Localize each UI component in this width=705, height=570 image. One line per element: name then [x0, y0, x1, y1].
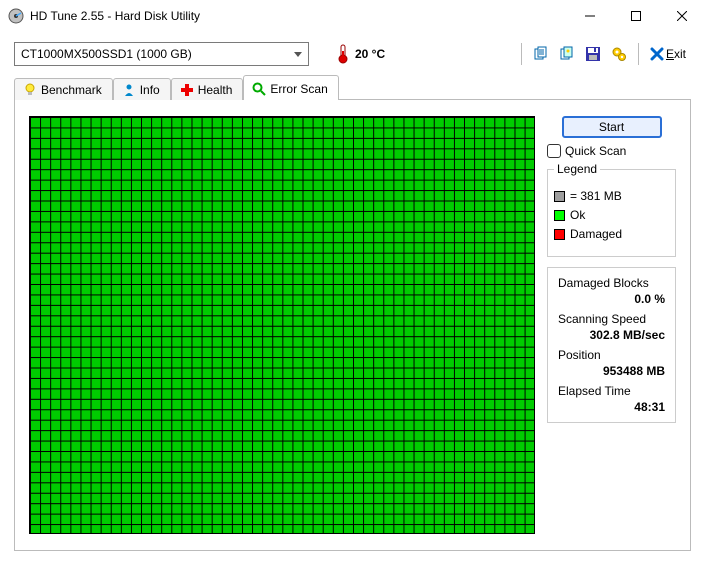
- floppy-disk-icon: [585, 46, 601, 62]
- x-icon: [650, 47, 664, 61]
- stats-box: Damaged Blocks 0.0 % Scanning Speed 302.…: [547, 267, 676, 423]
- tab-strip: Benchmark Info Health Error Scan: [14, 75, 691, 100]
- tab-error-scan[interactable]: Error Scan: [243, 75, 338, 100]
- minimize-button[interactable]: [567, 0, 613, 32]
- lightbulb-icon: [23, 83, 37, 97]
- tab-label: Health: [198, 83, 233, 97]
- plus-health-icon: [180, 83, 194, 97]
- chevron-down-icon: [294, 52, 302, 57]
- tab-label: Benchmark: [41, 83, 102, 97]
- quick-scan-label: Quick Scan: [565, 144, 626, 158]
- legend-row-block: = 381 MB: [554, 189, 669, 203]
- tab-info[interactable]: Info: [113, 78, 171, 100]
- position-value: 953488 MB: [558, 364, 665, 378]
- damaged-blocks-label: Damaged Blocks: [558, 276, 665, 290]
- temperature-value: 20 °C: [355, 47, 385, 61]
- app-icon: [8, 8, 24, 24]
- position-label: Position: [558, 348, 665, 362]
- separator: [638, 43, 639, 65]
- gears-icon: [611, 46, 627, 62]
- elapsed-time-value: 48:31: [558, 400, 665, 414]
- legend-title: Legend: [554, 162, 600, 176]
- copy-screenshot-button[interactable]: [554, 42, 580, 66]
- info-person-icon: [122, 83, 136, 97]
- drive-select[interactable]: CT1000MX500SSD1 (1000 GB): [14, 42, 309, 66]
- tab-panel-error-scan: Start Quick Scan Legend = 381 MB Ok: [14, 99, 691, 551]
- maximize-button[interactable]: [613, 0, 659, 32]
- copy-pages-icon: [533, 46, 549, 62]
- copy-info-button[interactable]: [528, 42, 554, 66]
- tab-label: Info: [140, 83, 160, 97]
- checkbox-icon: [547, 144, 561, 158]
- legend-block-text: = 381 MB: [570, 189, 622, 203]
- separator: [521, 43, 522, 65]
- copy-image-icon: [559, 46, 575, 62]
- drive-select-value: CT1000MX500SSD1 (1000 GB): [21, 47, 192, 61]
- elapsed-time-label: Elapsed Time: [558, 384, 665, 398]
- start-button[interactable]: Start: [562, 116, 662, 138]
- swatch-green-icon: [554, 210, 565, 221]
- legend-damaged-text: Damaged: [570, 227, 622, 241]
- legend-row-ok: Ok: [554, 208, 669, 222]
- save-button[interactable]: [580, 42, 606, 66]
- start-label: Start: [599, 120, 624, 134]
- window-title: HD Tune 2.55 - Hard Disk Utility: [30, 9, 567, 23]
- tab-health[interactable]: Health: [171, 78, 244, 100]
- exit-button[interactable]: Exit: [645, 42, 691, 66]
- quick-scan-checkbox[interactable]: Quick Scan: [547, 144, 676, 158]
- swatch-gray-icon: [554, 191, 565, 202]
- exit-label: Exit: [666, 47, 686, 61]
- legend-row-damaged: Damaged: [554, 227, 669, 241]
- thermometer-icon: [337, 44, 349, 64]
- scanning-speed-label: Scanning Speed: [558, 312, 665, 326]
- tab-label: Error Scan: [270, 82, 327, 96]
- damaged-blocks-value: 0.0 %: [558, 292, 665, 306]
- swatch-red-icon: [554, 229, 565, 240]
- scanning-speed-value: 302.8 MB/sec: [558, 328, 665, 342]
- tab-benchmark[interactable]: Benchmark: [14, 78, 113, 100]
- temperature-display: 20 °C: [337, 44, 385, 64]
- block-map-grid: [29, 116, 535, 534]
- close-button[interactable]: [659, 0, 705, 32]
- toolbar: CT1000MX500SSD1 (1000 GB) 20 °C: [14, 42, 691, 66]
- legend-ok-text: Ok: [570, 208, 585, 222]
- options-button[interactable]: [606, 42, 632, 66]
- title-bar: HD Tune 2.55 - Hard Disk Utility: [0, 0, 705, 32]
- legend-box: Legend = 381 MB Ok Damaged: [547, 162, 676, 257]
- magnifier-icon: [252, 82, 266, 96]
